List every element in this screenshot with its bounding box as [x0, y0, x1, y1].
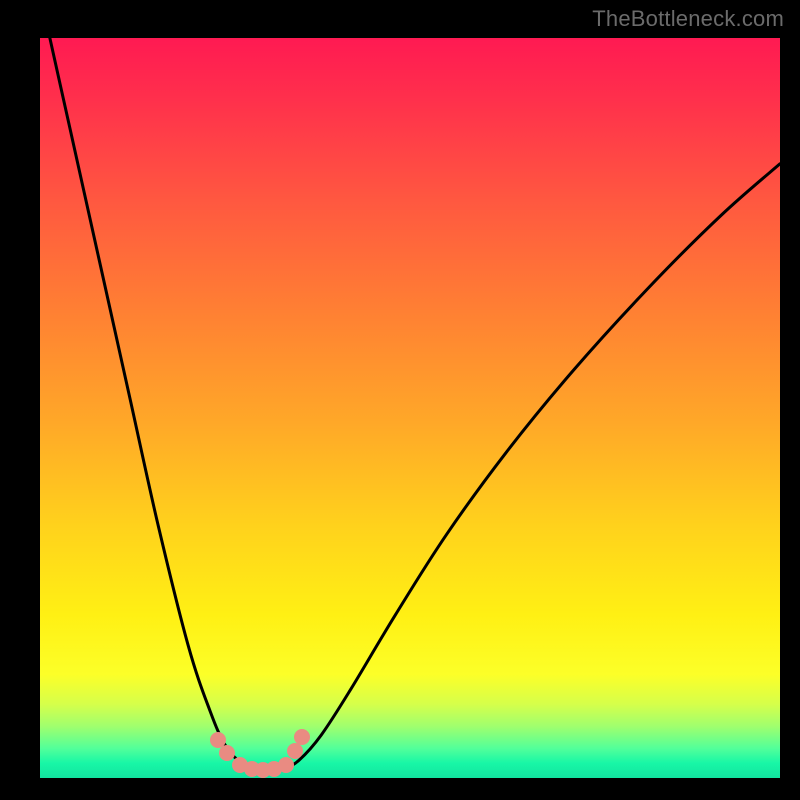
chart-frame: TheBottleneck.com: [0, 0, 800, 800]
curve-marker: [287, 743, 303, 759]
plot-area: [40, 38, 780, 778]
curve-marker: [294, 729, 310, 745]
curve-marker: [219, 745, 235, 761]
watermark-text: TheBottleneck.com: [592, 6, 784, 32]
curve-markers-group: [40, 38, 780, 778]
curve-marker: [278, 757, 294, 773]
